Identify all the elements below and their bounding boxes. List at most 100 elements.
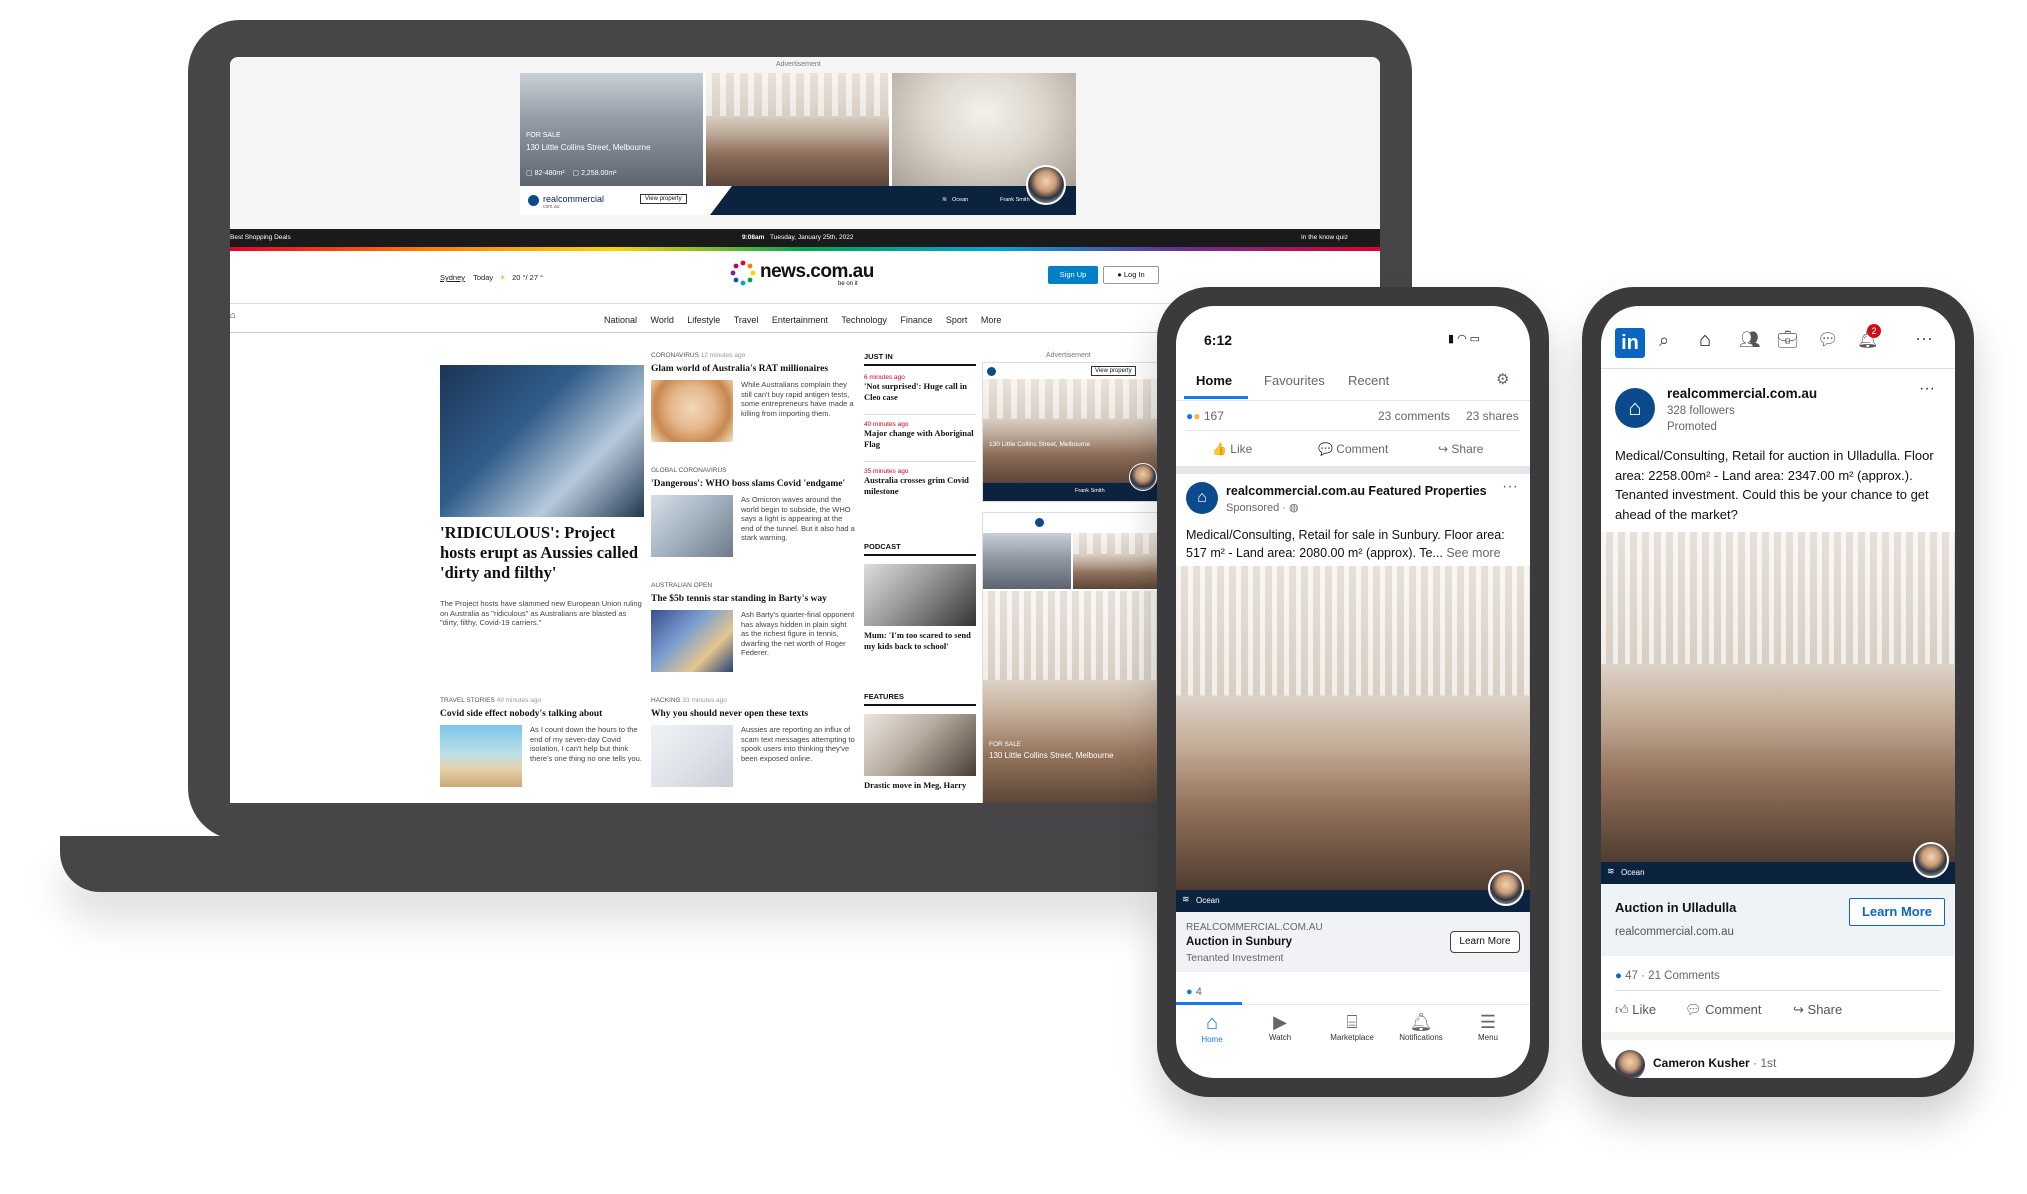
nav-travel[interactable]: Travel [734,315,759,325]
learn-more-button[interactable]: Learn More [1849,898,1945,926]
comment-button[interactable]: 💬︎ Comment [1685,1002,1762,1018]
just-in-item[interactable]: 6 minutes ago 'Not surprised': Huge call… [864,374,976,402]
network-icon[interactable]: 👥︎ [1739,330,1761,350]
search-icon[interactable]: ⌕ [1659,330,1669,351]
nav-marketplace[interactable]: ⌸ Marketplace [1319,1012,1385,1042]
post-likes[interactable]: ● 4 [1186,986,1202,998]
nav-home-label: Home [1201,1035,1223,1044]
story-card[interactable]: TRAVEL STORIES 49 minutes ago Covid side… [440,697,645,787]
ad-lobby-photo [706,73,889,186]
story-image [651,610,733,672]
like-button[interactable]: 👍︎ Like [1615,1002,1656,1018]
nav-finance[interactable]: Finance [900,315,932,325]
battery-icon: ▭ [1469,333,1484,345]
story-headline: Why you should never open these texts [651,709,809,719]
comment-count[interactable]: 23 comments [1378,409,1450,423]
realcommercial-logo-icon [528,195,539,206]
nav-home[interactable]: ⌂ Home [1184,1012,1240,1044]
ticker-left-link[interactable]: Best Shopping Deals [230,234,291,241]
main-nav: National World Lifestyle Travel Entertai… [604,310,1010,328]
next-user-name[interactable]: Cameron Kusher · 1st [1653,1056,1776,1070]
post-menu-icon[interactable]: ··· [1919,380,1935,398]
nav-entertainment[interactable]: Entertainment [772,315,828,325]
like-button[interactable]: 👍 Like [1212,442,1252,456]
ad-agent-name: Frank Smith [1000,197,1030,203]
more-icon[interactable]: ··· [1915,328,1933,349]
post-image[interactable] [1601,532,1955,862]
post-image[interactable] [1176,566,1530,890]
share-button[interactable]: ↪ Share [1793,1002,1842,1018]
side-ad-1[interactable]: View property 130 Little Collins Street,… [982,362,1162,502]
next-user-avatar[interactable] [1615,1050,1645,1078]
linkedin-logo-icon[interactable]: in [1615,328,1645,358]
home-icon[interactable]: ⌂ [1699,329,1711,352]
login-label: Log In [1123,270,1145,279]
company-name[interactable]: realcommercial.com.au [1667,386,1817,401]
comment-label: Comment [1336,442,1389,456]
story-card[interactable]: CORONAVIRUS 12 minutes ago Glam world of… [651,352,856,442]
podcast-headline: Mum: 'I'm too scared to send my kids bac… [864,630,971,651]
features-label: FEATURES [864,692,976,706]
lead-body: The Project hosts have slammed new Europ… [440,599,642,627]
news-logo[interactable]: news.com.au be on it [730,260,874,291]
bell-icon: 🔔︎ [1409,1012,1433,1032]
story-card[interactable]: AUSTRALIAN OPEN The $5b tennis star stan… [651,582,856,672]
view-property-button[interactable]: View property [640,194,687,204]
nav-world[interactable]: World [650,315,673,325]
page-avatar-house-icon[interactable]: ⌂ [1186,482,1218,514]
like-label: Like [1230,442,1253,456]
story-headline: Covid side effect nobody's talking about [440,709,603,719]
nav-more[interactable]: More [981,315,1002,325]
company-avatar-house-icon[interactable]: ⌂ [1615,388,1655,428]
reaction-summary[interactable]: ●● 167 [1186,409,1224,423]
agency-name: Ocean [1621,868,1645,877]
lead-headline[interactable]: 'RIDICULOUS': Project hosts erupt as Aus… [440,523,644,583]
features-section[interactable]: FEATURES Drastic move in Meg, Harry [864,692,976,791]
login-button[interactable]: ● Log In [1103,266,1159,284]
tab-recent[interactable]: Recent [1348,373,1389,388]
messaging-icon[interactable]: 💬︎ [1817,330,1839,350]
tab-home[interactable]: Home [1196,373,1232,388]
see-more-link[interactable]: See more [1446,546,1500,560]
link-card[interactable]: REALCOMMERCIAL.COM.AU Auction in Sunbury… [1176,912,1530,972]
comment-button[interactable]: 💬 Comment [1318,442,1388,456]
ticker-quiz-link[interactable]: In the know quiz [1301,234,1348,241]
nav-national[interactable]: National [604,315,637,325]
page-name[interactable]: realcommercial.com.au Featured Propertie… [1226,484,1496,498]
weather-city[interactable]: Sydney [440,273,465,282]
link-card[interactable]: Auction in Ulladulla realcommercial.com.… [1601,884,1955,956]
nav-technology[interactable]: Technology [841,315,887,325]
learn-more-button[interactable]: Learn More [1450,931,1520,953]
lead-story-image[interactable] [440,365,644,517]
side-ad-label: Advertisement [1046,352,1091,359]
more-options-icon[interactable]: ··· [1502,478,1518,496]
home-icon[interactable]: ⌂ [230,310,235,320]
share-count[interactable]: 23 shares [1466,409,1519,423]
jobs-briefcase-icon[interactable]: 💼︎ [1777,330,1799,350]
top-ad-area: Advertisement FOR SALE 130 Little Collin… [230,57,1380,229]
signup-button[interactable]: Sign Up [1048,266,1098,284]
podcast-section[interactable]: PODCAST Mum: 'I'm too scared to send my … [864,542,976,651]
comment-icon: 💬 [1318,442,1333,456]
tab-favourites[interactable]: Favourites [1264,373,1325,388]
story-card[interactable]: GLOBAL CORONAVIRUS 'Dangerous': WHO boss… [651,467,856,557]
just-in-item[interactable]: 35 minutes ago Australia crosses grim Co… [864,461,976,496]
filter-icon[interactable]: ⚙ [1496,370,1509,388]
social-counts[interactable]: ● 47 · 21 Comments [1615,970,1720,982]
nav-sport[interactable]: Sport [946,315,968,325]
signal-icon: ▮ [1448,333,1458,345]
story-card[interactable]: HACKING 33 minutes ago Why you should ne… [651,697,856,787]
just-in-item[interactable]: 40 minutes ago Major change with Aborigi… [864,414,976,449]
just-in-headline: Australia crosses grim Covid milestone [864,475,969,496]
nav-notifications[interactable]: 🔔︎ Notifications [1388,1012,1454,1042]
side-ad-2[interactable]: FOR SALE 130 Little Collins Street, Melb… [982,512,1162,803]
link-subtitle: Tenanted Investment [1186,952,1284,964]
top-ad-banner[interactable]: FOR SALE 130 Little Collins Street, Melb… [520,73,1076,215]
view-property-button[interactable]: View property [1091,366,1136,376]
story-kicker: AUSTRALIAN OPEN [651,582,713,589]
share-button[interactable]: ↪ Share [1438,442,1483,456]
nav-watch[interactable]: ▶ Watch [1252,1012,1308,1042]
agent-avatar [1129,463,1157,491]
nav-lifestyle[interactable]: Lifestyle [687,315,720,325]
nav-menu[interactable]: ☰ Menu [1460,1012,1516,1042]
